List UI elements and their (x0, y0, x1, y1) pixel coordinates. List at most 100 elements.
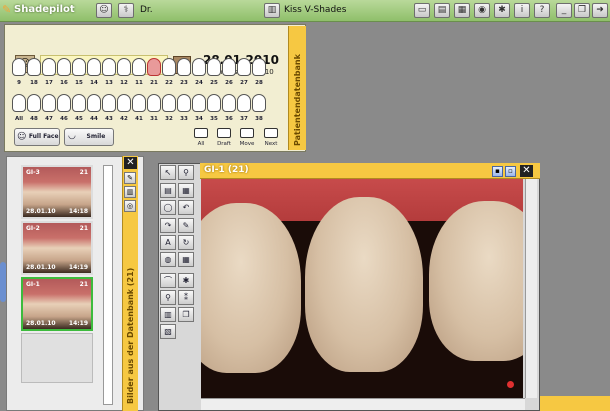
full-face-button[interactable]: ☺ Full Face (14, 128, 60, 146)
save-image-icon[interactable]: ▪ (492, 166, 503, 177)
smile-button[interactable]: ◡ Smile (64, 128, 114, 146)
thumbnail-item-selected[interactable]: GI-1 21 28.01.10 14:19 (21, 277, 93, 331)
exit-icon[interactable]: ➜ (592, 3, 608, 18)
color-tool-icon[interactable]: ✱ (178, 273, 194, 288)
tooth-number: 24 (195, 80, 203, 86)
tooth-tool-icon[interactable]: ◍ (160, 252, 176, 267)
search-tool-icon[interactable]: ⚲ (160, 290, 176, 305)
tooth-17[interactable] (42, 58, 56, 76)
help-icon[interactable]: ? (534, 3, 550, 18)
delete-icon[interactable]: ▥ (124, 186, 136, 198)
tooth-18[interactable] (27, 58, 41, 76)
settings-icon[interactable]: ✱ (494, 3, 510, 18)
refresh-icon[interactable]: ◎ (124, 200, 136, 212)
tooth-13[interactable] (102, 58, 116, 76)
camera-icon[interactable]: ◉ (474, 3, 490, 18)
thumbnail-panel-close-icon[interactable]: ✕ (124, 157, 137, 169)
draft-icon (217, 128, 231, 138)
open-folder-icon[interactable]: ▭ (414, 3, 430, 18)
tooth-46[interactable] (57, 94, 71, 112)
thumbnail-scrollbar[interactable] (103, 165, 113, 405)
print-tool-icon[interactable]: ▤ (160, 183, 176, 198)
tooth-23[interactable] (177, 58, 191, 76)
tooth-42[interactable] (117, 94, 131, 112)
move-button[interactable]: Move (238, 128, 256, 147)
tooth-33[interactable] (177, 94, 191, 112)
tooth-25[interactable] (207, 58, 221, 76)
tooth-32[interactable] (162, 94, 176, 112)
minimize-icon[interactable]: _ (556, 3, 572, 18)
tooth-number: 27 (240, 80, 248, 86)
tooth-All[interactable] (12, 94, 26, 112)
patient-icon[interactable]: ☺ (96, 3, 112, 18)
redo-tool-icon[interactable]: ↷ (160, 218, 176, 233)
restore-icon[interactable]: ❐ (574, 3, 590, 18)
tooth-35[interactable] (207, 94, 221, 112)
undo-tool-icon[interactable]: ↶ (178, 200, 194, 215)
tooth-number: 23 (180, 80, 188, 86)
tooth-number: 18 (30, 80, 38, 86)
compare-icon[interactable]: ▦ (454, 3, 470, 18)
rotate-tool-icon[interactable]: ↻ (178, 235, 194, 250)
shade-guide-icon[interactable]: ▥ (264, 3, 280, 18)
measure-tool-icon[interactable]: ⌒ (160, 273, 176, 288)
image-tool-icon[interactable]: ▧ (160, 324, 176, 339)
tooth-26[interactable] (222, 58, 236, 76)
pointer-tool-icon[interactable]: ↖ (160, 165, 176, 180)
tooth-16[interactable] (57, 58, 71, 76)
all-button[interactable]: All (192, 128, 210, 147)
save-icon[interactable]: ▤ (434, 3, 450, 18)
image-horizontal-scrollbar[interactable] (201, 398, 525, 410)
grid-tool-icon[interactable]: ▦ (178, 252, 194, 267)
draft-button[interactable]: Draft (215, 128, 233, 147)
tooth-37[interactable] (237, 94, 251, 112)
image-window-titlebar[interactable]: GI-1 (21) (200, 163, 540, 179)
doctor-icon[interactable]: ⚕ (118, 3, 134, 18)
tooth-48[interactable] (27, 94, 41, 112)
text-tool-icon[interactable]: A (160, 235, 176, 250)
tooth-number: 16 (60, 80, 68, 86)
image-options-icon[interactable]: ▫ (505, 166, 516, 177)
next-icon (264, 128, 278, 138)
tooth-28[interactable] (252, 58, 266, 76)
tooth-34[interactable] (192, 94, 206, 112)
image-window-close-icon[interactable]: ✕ (520, 165, 533, 177)
thumbnail-item[interactable]: GI-2 21 28.01.10 14:19 (21, 221, 93, 275)
tooth-number: 33 (180, 116, 188, 122)
tooth-43[interactable] (102, 94, 116, 112)
tooth-11[interactable] (132, 58, 146, 76)
image-vertical-scrollbar[interactable] (525, 179, 537, 398)
pencil-tool-icon[interactable]: ✎ (178, 218, 194, 233)
tooth-31[interactable] (147, 94, 161, 112)
tooth-44[interactable] (87, 94, 101, 112)
tooth-27[interactable] (237, 58, 251, 76)
tooth-41[interactable] (132, 94, 146, 112)
layers-tool-icon[interactable]: ❐ (178, 307, 194, 322)
tooth-14[interactable] (87, 58, 101, 76)
patient-database-tab[interactable]: Patientendatenbank (288, 26, 306, 150)
shade-tool-icon[interactable]: ▥ (160, 307, 176, 322)
tooth-45[interactable] (72, 94, 86, 112)
tooth-21[interactable] (147, 58, 161, 76)
zoom-tool-icon[interactable]: ⚲ (178, 165, 194, 180)
info-icon[interactable]: i (514, 3, 530, 18)
tooth-12[interactable] (117, 58, 131, 76)
tooth-24[interactable] (192, 58, 206, 76)
pins-tool-icon[interactable]: ⁑ (178, 290, 194, 305)
tooth-number: 37 (240, 116, 248, 122)
tooth-38[interactable] (252, 94, 266, 112)
shade-guide-label: Kiss V-Shades (284, 5, 347, 15)
thumbnail-item[interactable]: GI-3 21 28.01.10 14:18 (21, 165, 93, 219)
tooth-number: 12 (120, 80, 128, 86)
edit-icon[interactable]: ✎ (124, 172, 136, 184)
tooth-9[interactable] (12, 58, 26, 76)
tooth-22[interactable] (162, 58, 176, 76)
tooth-36[interactable] (222, 94, 236, 112)
tooth-47[interactable] (42, 94, 56, 112)
tooth-number: 11 (135, 80, 143, 86)
export-tool-icon[interactable]: ▦ (178, 183, 194, 198)
magnify-tool-icon[interactable]: ◯ (160, 200, 176, 215)
dental-photo[interactable] (201, 179, 523, 398)
next-button[interactable]: Next (262, 128, 280, 147)
tooth-15[interactable] (72, 58, 86, 76)
